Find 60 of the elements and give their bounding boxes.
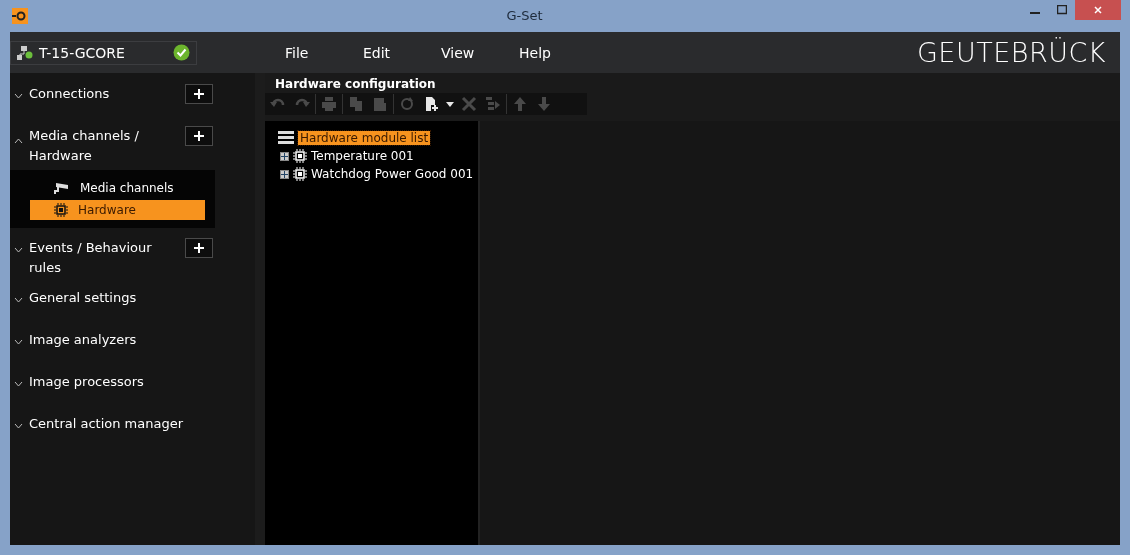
sidebar-item[interactable]: Media channels: [30, 178, 205, 198]
caret-icon: [446, 101, 454, 107]
delete-icon: [461, 96, 477, 112]
plus-icon: [194, 89, 204, 99]
print-icon: [321, 96, 337, 112]
chip-icon: [293, 167, 307, 181]
section-header[interactable]: Media channels / Hardware: [29, 126, 179, 166]
expand-button[interactable]: [280, 169, 289, 179]
connection-name: T-15-GCORE: [39, 44, 126, 61]
camera-icon: [54, 181, 70, 195]
sidebar-item-label: Hardware: [78, 203, 136, 217]
add-button[interactable]: [185, 238, 213, 258]
expand-button[interactable]: [280, 151, 289, 161]
add-icon: [423, 96, 439, 112]
menu-item[interactable]: View: [441, 44, 519, 61]
sidebar-item[interactable]: Hardware: [30, 200, 205, 220]
section-header[interactable]: Central action manager: [29, 414, 229, 434]
sidebar-item-label: Media channels: [80, 181, 174, 195]
add-button[interactable]: [185, 126, 213, 146]
panel-title: Hardware configuration: [274, 76, 437, 93]
plus-icon: [281, 152, 288, 160]
section-header[interactable]: Connections: [29, 84, 179, 104]
window-title: G-Set: [506, 8, 543, 23]
properties-icon: [485, 96, 501, 112]
plus-icon: [194, 131, 204, 141]
chevron-down-icon[interactable]: [14, 247, 23, 253]
down-icon: [536, 96, 552, 112]
menu-item[interactable]: Edit: [363, 44, 441, 61]
maximize-icon: [1056, 5, 1067, 15]
app-icon: [12, 8, 28, 24]
up-icon: [512, 96, 528, 112]
chevron-down-icon[interactable]: [14, 339, 23, 345]
tree-node[interactable]: Temperature 001: [311, 149, 414, 163]
tree-node[interactable]: Watchdog Power Good 001: [311, 167, 474, 181]
chevron-down-icon[interactable]: [14, 423, 23, 429]
plus-icon: [281, 170, 288, 178]
chevron-down-icon[interactable]: [14, 297, 23, 303]
chip-icon: [293, 149, 307, 163]
chevron-down-icon[interactable]: [14, 381, 23, 387]
section-header[interactable]: Events / Behaviour rules: [29, 238, 179, 278]
refresh-icon: [399, 96, 415, 112]
close-icon: [1093, 5, 1103, 15]
list-icon: [278, 131, 294, 145]
section-header[interactable]: General settings: [29, 288, 229, 308]
chevron-down-icon[interactable]: [14, 93, 23, 99]
plus-icon: [194, 243, 204, 253]
logo: GEUTEBRÜCK: [916, 37, 1106, 68]
chevron-up-icon[interactable]: [14, 138, 23, 144]
menu-item[interactable]: Help: [519, 44, 597, 61]
section-header[interactable]: Image processors: [29, 372, 229, 392]
tree-node[interactable]: Hardware module list: [298, 131, 431, 145]
minimize-icon: [1029, 12, 1040, 14]
chip-icon: [54, 203, 68, 217]
menu-item[interactable]: File: [285, 44, 363, 61]
network-icon: [17, 45, 33, 60]
add-button[interactable]: [185, 84, 213, 104]
section-header[interactable]: Image analyzers: [29, 330, 229, 350]
copy-icon: [348, 96, 364, 112]
connection-selector[interactable]: T-15-GCORE: [10, 40, 197, 65]
paste-icon: [372, 96, 388, 112]
